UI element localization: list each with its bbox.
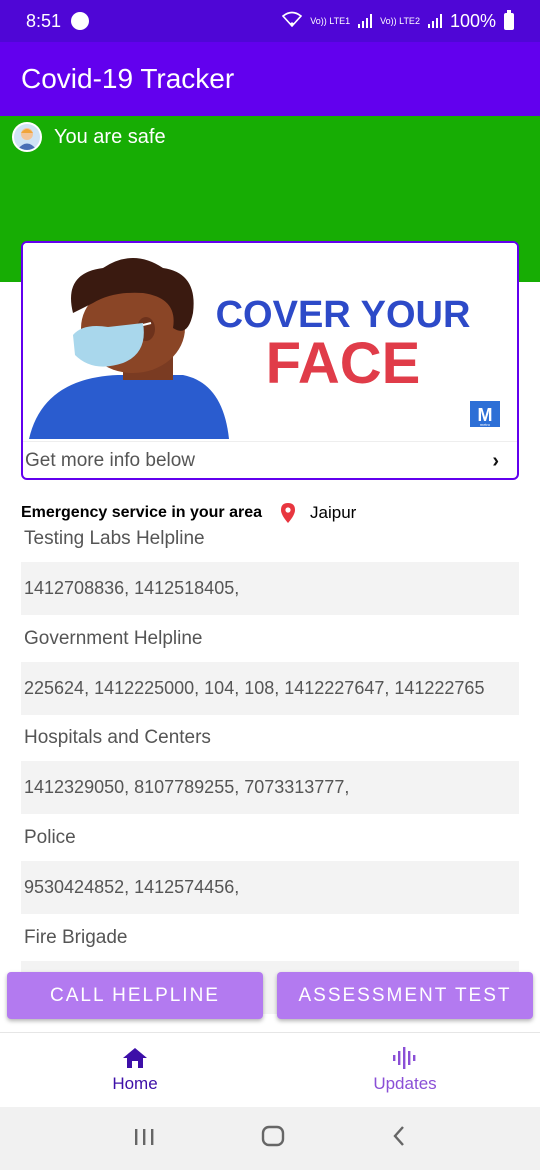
- user-avatar-icon: [12, 122, 42, 152]
- notification-icon: [71, 12, 90, 30]
- more-info-row[interactable]: Get more info below ›: [23, 441, 517, 478]
- call-helpline-button[interactable]: CALL HELPLINE: [7, 972, 263, 1019]
- battery-icon: [504, 9, 514, 30]
- assessment-test-button[interactable]: ASSESSMENT TEST: [277, 972, 533, 1019]
- helpline-section: Testing Labs Helpline 1412708836, 141251…: [21, 528, 519, 615]
- helpline-section: Police 9530424852, 1412574456,: [21, 827, 519, 914]
- headline-line-2: FACE: [266, 331, 421, 396]
- emergency-title: Emergency service in your area: [21, 504, 263, 521]
- nav-home[interactable]: Home: [0, 1033, 270, 1107]
- status-bar: 8:51 Vo)) LTE1 Vo)) LTE2 100%: [0, 0, 540, 42]
- app-title: Covid-19 Tracker: [21, 63, 235, 94]
- sim2-label: Vo)) LTE2: [380, 15, 420, 26]
- signal-icon-1: [358, 14, 373, 28]
- helpline-section: Government Helpline 225624, 1412225000, …: [21, 628, 519, 715]
- emergency-city: Jaipur: [310, 503, 357, 522]
- back-icon[interactable]: [391, 1123, 407, 1154]
- battery-percent: 100%: [449, 10, 496, 31]
- helpline-label: Testing Labs Helpline: [24, 528, 205, 549]
- status-time: 8:51: [26, 10, 62, 31]
- safety-status-text: You are safe: [54, 125, 166, 148]
- safety-status-row: You are safe: [12, 122, 166, 152]
- recent-apps-icon[interactable]: [133, 1123, 155, 1154]
- location-pin-icon: [281, 503, 296, 523]
- headline-line-1: COVER YOUR: [216, 294, 471, 336]
- helpline-label: Fire Brigade: [24, 927, 128, 948]
- app-bar: Covid-19 Tracker: [0, 42, 540, 116]
- helpline-label: Hospitals and Centers: [24, 727, 211, 748]
- helpline-section: Hospitals and Centers 1412329050, 810778…: [21, 727, 519, 814]
- nav-updates[interactable]: Updates: [270, 1033, 540, 1107]
- nav-home-label: Home: [112, 1074, 158, 1093]
- nav-updates-label: Updates: [373, 1074, 437, 1093]
- system-navigation-bar: [0, 1107, 540, 1170]
- home-system-icon[interactable]: [261, 1123, 285, 1154]
- helpline-numbers[interactable]: 1412708836, 1412518405,: [21, 562, 519, 615]
- helpline-numbers[interactable]: 1412329050, 8107789255, 7073313777,: [21, 761, 519, 814]
- cover-your-face-banner: COVER YOUR FACE M metro: [23, 243, 517, 439]
- helpline-numbers[interactable]: 225624, 1412225000, 104, 108, 1412227647…: [21, 662, 519, 715]
- sim1-label: Vo)) LTE1: [310, 15, 351, 26]
- more-info-text: Get more info below: [25, 450, 196, 471]
- info-card[interactable]: COVER YOUR FACE M metro Get more info be…: [21, 241, 519, 480]
- helpline-label: Police: [24, 827, 76, 848]
- emergency-header: Emergency service in your area Jaipur: [21, 503, 356, 523]
- bottom-navigation: Home Updates: [0, 1032, 540, 1107]
- helpline-numbers[interactable]: 9530424852, 1412574456,: [21, 861, 519, 914]
- helpline-label: Government Helpline: [24, 628, 203, 649]
- wifi-icon: [282, 11, 303, 32]
- home-icon: [123, 1048, 147, 1068]
- signal-icon-2: [427, 14, 442, 28]
- metro-logo-sub: metro: [480, 422, 491, 427]
- chevron-right-icon: ›: [492, 449, 499, 472]
- updates-waveform-icon: [393, 1047, 416, 1069]
